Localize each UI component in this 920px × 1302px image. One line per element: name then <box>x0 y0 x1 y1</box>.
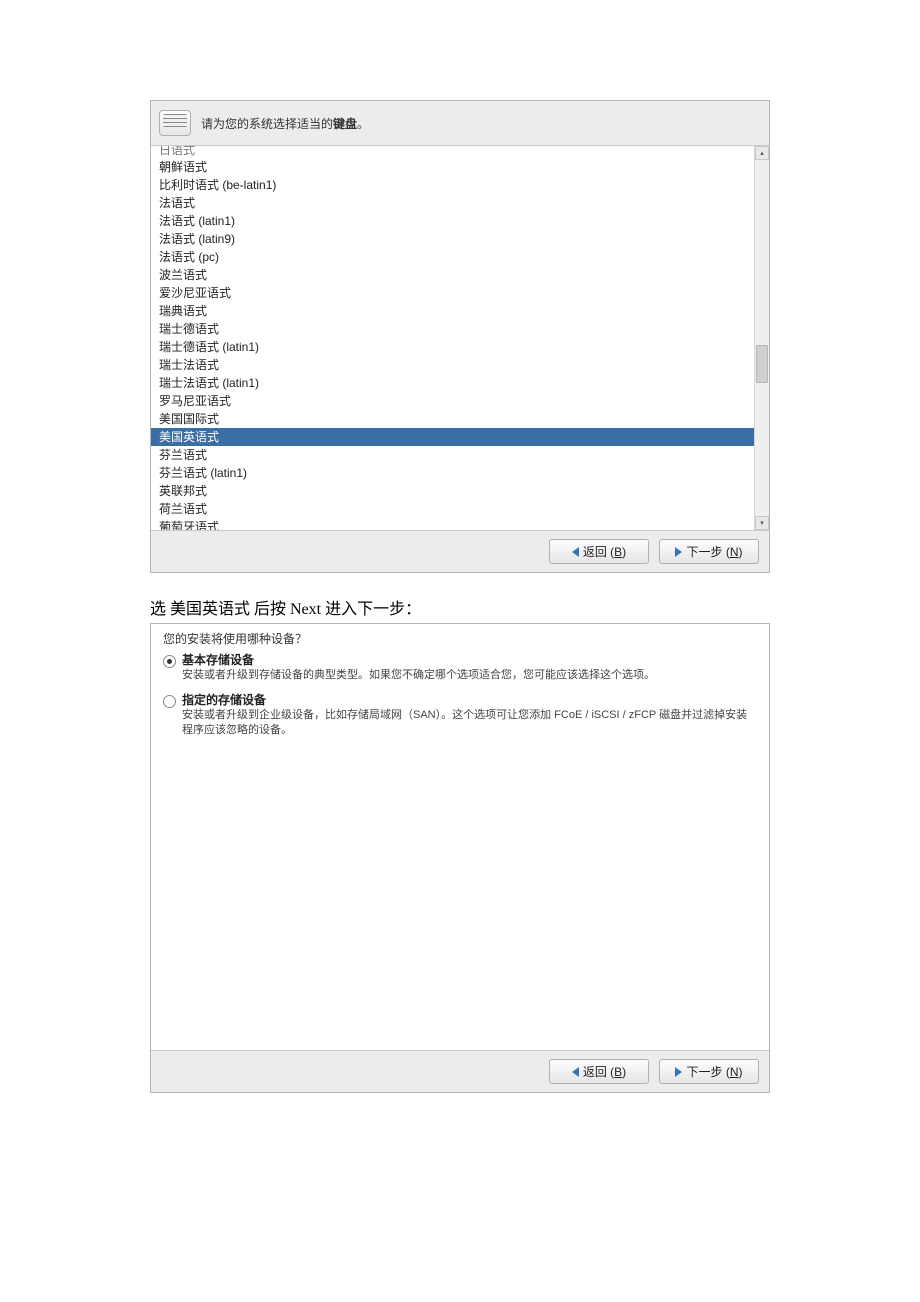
radio-basic-title: 基本存储设备 <box>182 653 655 668</box>
keyboard-list[interactable]: 日语式朝鲜语式比利时语式 (be-latin1)法语式法语式 (latin1)法… <box>151 146 754 530</box>
arrow-right-icon <box>675 1067 682 1077</box>
next-button-2[interactable]: 下一步 (N) <box>659 1059 759 1084</box>
list-item[interactable]: 芬兰语式 (latin1) <box>151 464 754 482</box>
panel-header: 请为您的系统选择适当的键盘。 <box>151 101 769 145</box>
list-item[interactable]: 法语式 (pc) <box>151 248 754 266</box>
list-item[interactable]: 英联邦式 <box>151 482 754 500</box>
radio-option-specified[interactable]: 指定的存储设备 安装或者升级到企业级设备，比如存储局域网（SAN）。这个选项可让… <box>163 693 757 738</box>
radio-basic[interactable] <box>163 655 176 668</box>
list-item[interactable]: 法语式 <box>151 194 754 212</box>
list-item[interactable]: 荷兰语式 <box>151 500 754 518</box>
arrow-right-icon <box>675 547 682 557</box>
scrollbar[interactable]: ▴ ▾ <box>754 146 769 530</box>
arrow-left-icon <box>572 1067 579 1077</box>
back-button-label-2: 返回 (B) <box>583 1063 626 1080</box>
list-item[interactable]: 瑞士德语式 (latin1) <box>151 338 754 356</box>
next-button[interactable]: 下一步 (N) <box>659 539 759 564</box>
radio-basic-text: 基本存储设备 安装或者升级到存储设备的典型类型。如果您不确定哪个选项适合您，您可… <box>182 653 655 683</box>
list-item[interactable]: 罗马尼亚语式 <box>151 392 754 410</box>
next-button-label-2: 下一步 (N) <box>686 1063 742 1080</box>
storage-question: 您的安装将使用哪种设备？ <box>163 630 757 647</box>
next-button-label: 下一步 (N) <box>686 543 742 560</box>
radio-basic-desc: 安装或者升级到存储设备的典型类型。如果您不确定哪个选项适合您，您可能应该选择这个… <box>182 668 655 683</box>
list-item[interactable]: 朝鲜语式 <box>151 158 754 176</box>
header-bold: 键盘 <box>333 117 357 131</box>
panel-footer: 返回 (B) 下一步 (N) <box>151 530 769 572</box>
list-item[interactable]: 瑞士法语式 <box>151 356 754 374</box>
scroll-down-button[interactable]: ▾ <box>755 516 769 530</box>
radio-option-basic[interactable]: 基本存储设备 安装或者升级到存储设备的典型类型。如果您不确定哪个选项适合您，您可… <box>163 653 757 683</box>
radio-specified[interactable] <box>163 695 176 708</box>
keyboard-icon <box>159 110 191 136</box>
radio-specified-desc: 安装或者升级到企业级设备，比如存储局域网（SAN）。这个选项可让您添加 FCoE… <box>182 708 757 738</box>
scroll-up-button[interactable]: ▴ <box>755 146 769 160</box>
list-item[interactable]: 比利时语式 (be-latin1) <box>151 176 754 194</box>
list-item[interactable]: 法语式 (latin1) <box>151 212 754 230</box>
arrow-left-icon <box>572 547 579 557</box>
back-button-label: 返回 (B) <box>583 543 626 560</box>
list-item[interactable]: 瑞典语式 <box>151 302 754 320</box>
list-item[interactable]: 法语式 (latin9) <box>151 230 754 248</box>
list-item[interactable]: 瑞士德语式 <box>151 320 754 338</box>
panel-footer-2: 返回 (B) 下一步 (N) <box>151 1050 769 1092</box>
list-item[interactable]: 葡萄牙语式 <box>151 518 754 530</box>
storage-selection-panel: 您的安装将使用哪种设备？ 基本存储设备 安装或者升级到存储设备的典型类型。如果您… <box>150 623 770 1093</box>
list-item[interactable]: 波兰语式 <box>151 266 754 284</box>
keyboard-list-wrap: 日语式朝鲜语式比利时语式 (be-latin1)法语式法语式 (latin1)法… <box>151 145 769 530</box>
radio-specified-text: 指定的存储设备 安装或者升级到企业级设备，比如存储局域网（SAN）。这个选项可让… <box>182 693 757 738</box>
scroll-track[interactable] <box>755 160 769 516</box>
back-button[interactable]: 返回 (B) <box>549 539 649 564</box>
scroll-thumb[interactable] <box>756 345 768 383</box>
radio-specified-title: 指定的存储设备 <box>182 693 757 708</box>
panel-header-text: 请为您的系统选择适当的键盘。 <box>201 115 369 132</box>
list-item[interactable]: 美国国际式 <box>151 410 754 428</box>
back-button-2[interactable]: 返回 (B) <box>549 1059 649 1084</box>
header-prefix: 请为您的系统选择适当的 <box>201 117 333 131</box>
list-item[interactable]: 瑞士法语式 (latin1) <box>151 374 754 392</box>
header-suffix: 。 <box>357 117 369 131</box>
list-item[interactable]: 芬兰语式 <box>151 446 754 464</box>
list-item[interactable]: 美国英语式 <box>151 428 754 446</box>
keyboard-selection-panel: 请为您的系统选择适当的键盘。 日语式朝鲜语式比利时语式 (be-latin1)法… <box>150 100 770 573</box>
instruction-caption: 选 美国英语式 后按 Next 进入下一步： <box>150 595 770 619</box>
list-item[interactable]: 爱沙尼亚语式 <box>151 284 754 302</box>
list-item[interactable]: 日语式 <box>151 146 754 158</box>
